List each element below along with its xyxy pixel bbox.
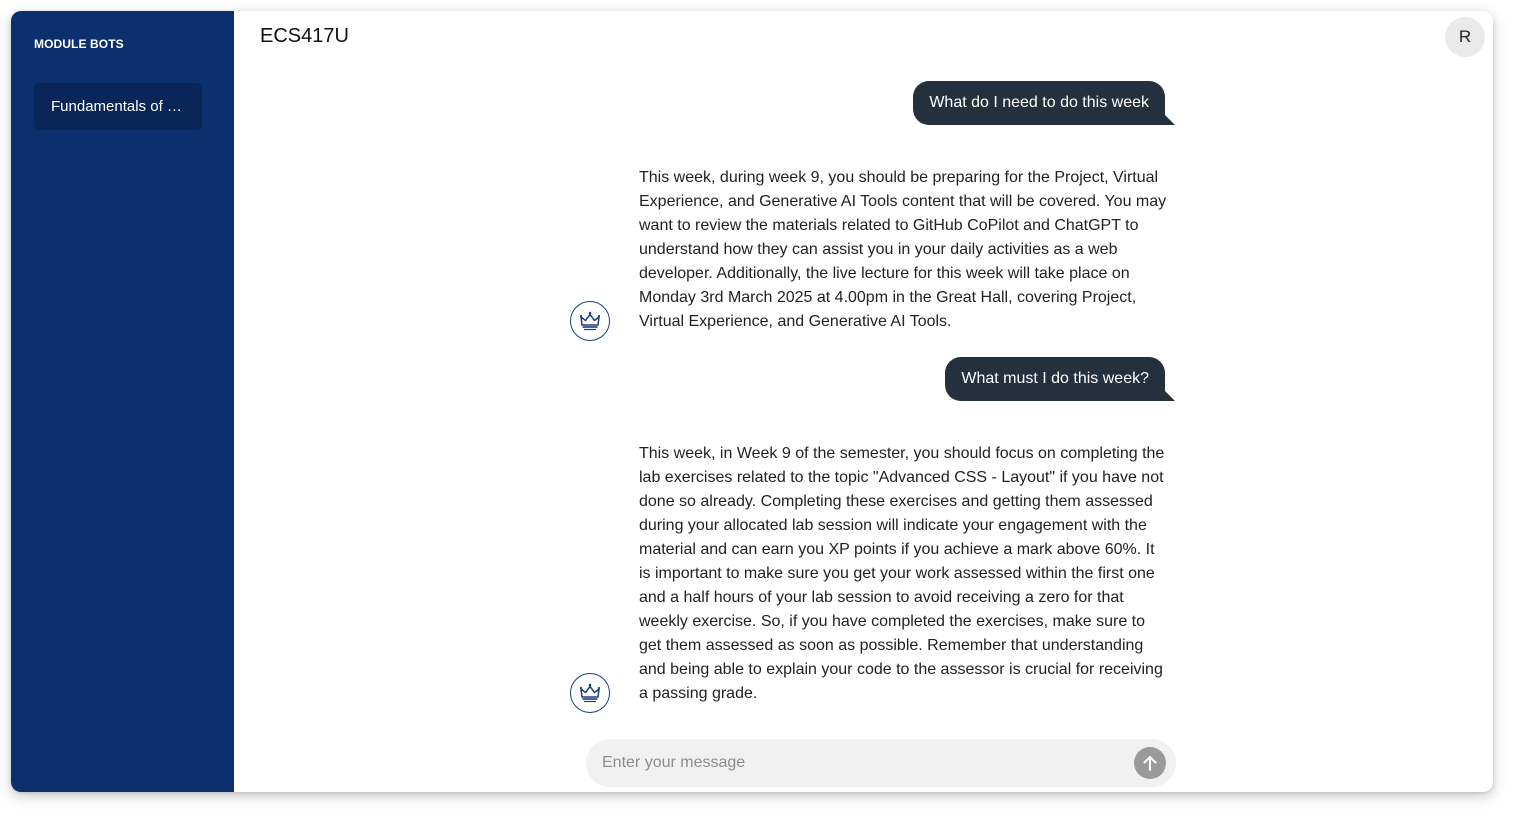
message-input[interactable] [602,739,1112,787]
crown-icon [570,673,610,713]
bot-message: This week, in Week 9 of the semester, yo… [639,445,1165,702]
arrow-up-icon [1143,756,1157,771]
user-avatar-button[interactable]: R [1445,17,1485,57]
app-window: MODULE BOTS Fundamentals of W... ECS417U… [11,11,1493,792]
user-message: What do I need to do this week [913,81,1175,125]
send-button[interactable] [1134,747,1166,779]
sidebar-heading: MODULE BOTS [34,37,124,51]
crown-icon [570,301,610,341]
bot-message: This week, during week 9, you should be … [639,169,1167,330]
sidebar-item-module-bot[interactable]: Fundamentals of W... [34,83,202,130]
user-message: What must I do this week? [945,357,1175,401]
message-composer [586,739,1176,787]
chat-main: ECS417U R What do I need to do this week… [234,11,1493,792]
sidebar: MODULE BOTS Fundamentals of W... [11,11,234,792]
page-title: ECS417U [260,25,349,47]
